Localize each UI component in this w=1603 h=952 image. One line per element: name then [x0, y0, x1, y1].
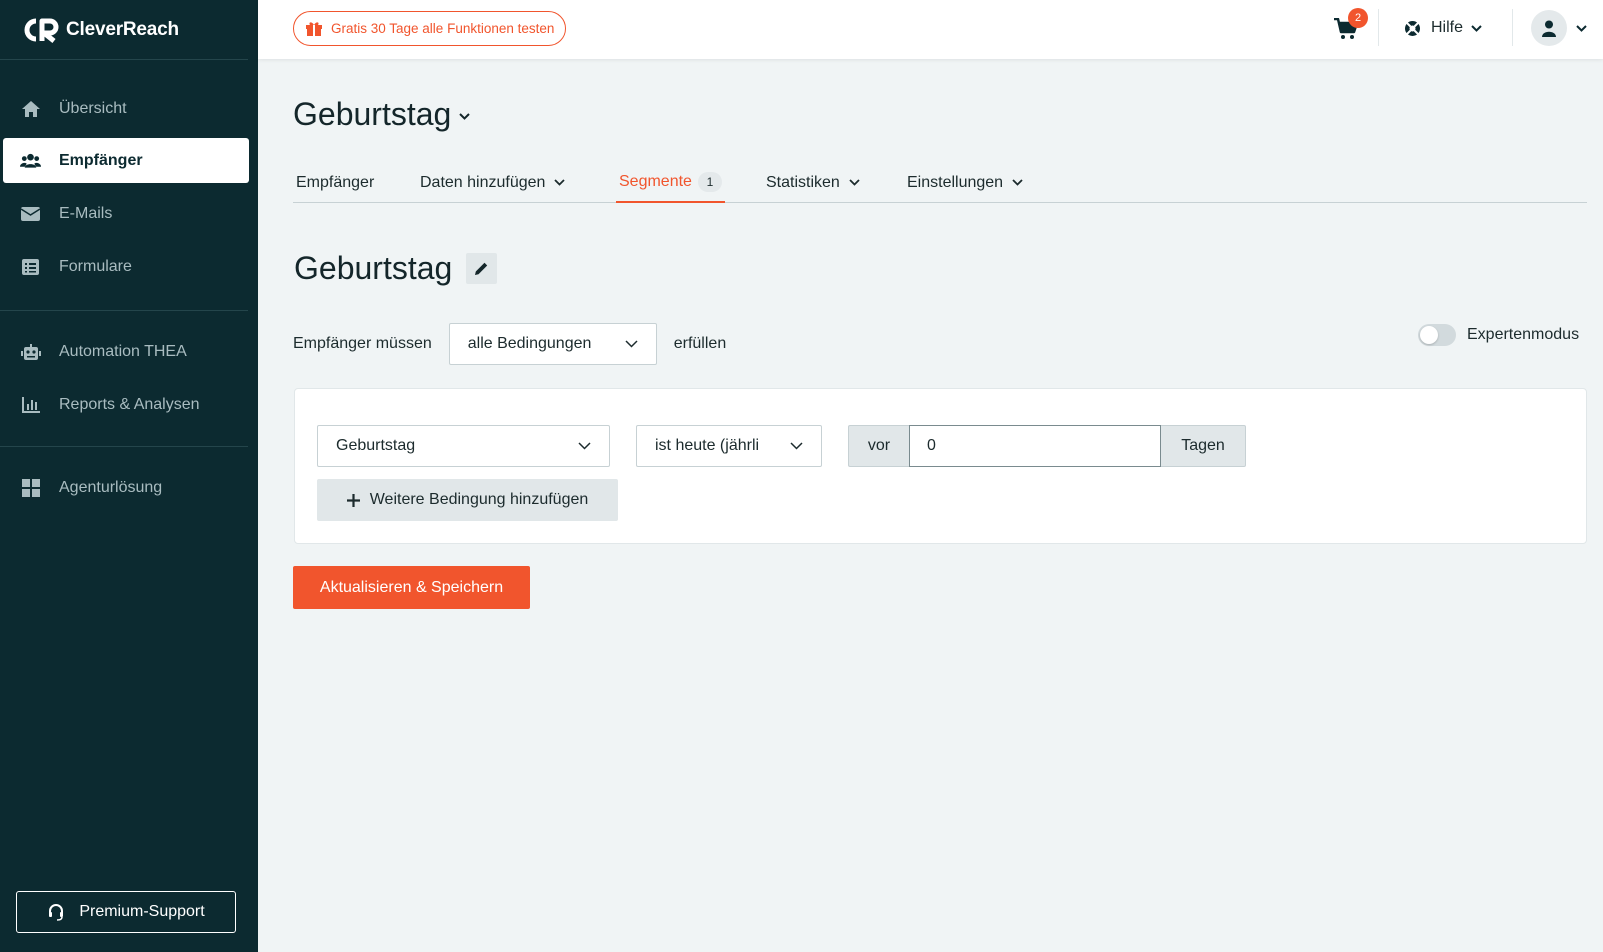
user-icon: [1542, 20, 1556, 37]
operator-select[interactable]: ist heute (jährli: [636, 425, 822, 467]
plus-icon: [346, 493, 360, 507]
condition-mode-select[interactable]: alle Bedingungen: [448, 323, 657, 365]
help-label: Hilfe: [1431, 19, 1464, 36]
sidebar-item-label: Empfänger: [59, 151, 143, 169]
divider: [1512, 9, 1513, 46]
sidebar-item-automation-thea[interactable]: Automation THEA: [3, 329, 249, 374]
robot-icon: [20, 341, 41, 362]
envelope-icon: [20, 203, 41, 224]
form-icon: [20, 256, 41, 277]
help-menu[interactable]: Hilfe: [1404, 14, 1482, 42]
brand-name: CleverReach: [66, 19, 179, 40]
tab-bar: Empfänger Daten hinzufügen Segmente 1 St…: [293, 162, 1587, 203]
chevron-down-icon: [1471, 24, 1482, 32]
divider: [0, 59, 248, 60]
user-menu[interactable]: [1531, 10, 1587, 46]
cart-button[interactable]: 2: [1334, 8, 1368, 44]
tab-empfaenger[interactable]: Empfänger: [293, 162, 377, 203]
divider: [0, 310, 248, 311]
chevron-down-icon: [554, 179, 566, 186]
chevron-down-icon: [849, 179, 860, 186]
sidebar-item-label: Formulare: [59, 257, 132, 275]
save-button[interactable]: Aktualisieren & Speichern: [293, 566, 530, 609]
segment-count-badge: 1: [697, 171, 722, 192]
avatar: [1531, 10, 1567, 46]
condition-prefix: Empfänger müssen: [293, 335, 432, 352]
lifebuoy-icon: [1404, 20, 1421, 37]
days-input[interactable]: [909, 425, 1161, 467]
sidebar-item-label: Automation THEA: [59, 342, 187, 360]
operator-select-value: ist heute (jährli: [655, 437, 760, 454]
top-bar: Gratis 30 Tage alle Funktionen testen 2 …: [258, 0, 1603, 59]
sidebar-item-reports[interactable]: Reports & Analysen: [3, 382, 249, 427]
tab-label: Segmente: [619, 172, 692, 190]
add-condition-button[interactable]: Weitere Bedingung hinzufügen: [317, 479, 618, 521]
segment-title: Geburtstag: [294, 250, 498, 287]
expert-mode-toggle[interactable]: Expertenmodus: [1418, 324, 1579, 346]
sidebar-item-label: Übersicht: [59, 99, 127, 117]
days-suffix: Tagen: [1161, 425, 1246, 467]
days-input-group: vor Tagen: [848, 425, 1246, 467]
cleverreach-logo-icon: [24, 18, 59, 43]
chevron-down-icon: [625, 340, 638, 348]
toggle-switch[interactable]: [1418, 324, 1456, 346]
trial-label: Gratis 30 Tage alle Funktionen testen: [331, 21, 555, 36]
rule-card: Geburtstag ist heute (jährli vor Tagen W…: [294, 388, 1587, 544]
sidebar-item-agenturloesung[interactable]: Agenturlösung: [3, 465, 249, 510]
page-title-text: Geburtstag: [293, 96, 452, 132]
tab-statistiken[interactable]: Statistiken: [763, 162, 863, 203]
expert-mode-label: Expertenmodus: [1467, 326, 1580, 343]
chevron-down-icon: [1012, 179, 1023, 186]
chevron-down-icon: [790, 442, 803, 450]
tab-einstellungen[interactable]: Einstellungen: [904, 162, 1026, 203]
pencil-icon: [475, 262, 488, 275]
sidebar-item-label: Agenturlösung: [59, 478, 163, 496]
tab-label: Daten hinzufügen: [420, 173, 546, 191]
tab-segmente[interactable]: Segmente 1: [616, 162, 725, 203]
premium-support-button[interactable]: Premium-Support: [16, 891, 236, 933]
condition-mode-value: alle Bedingungen: [467, 335, 592, 352]
headset-icon: [47, 903, 65, 921]
cart-count-badge: 2: [1348, 8, 1368, 28]
divider: [1378, 9, 1379, 46]
sidebar: CleverReach Übersicht Empfänger E-Mails …: [0, 0, 258, 952]
condition-mode-row: Empfänger müssen alle Bedingungen erfüll…: [293, 323, 726, 365]
sidebar-item-emails[interactable]: E-Mails: [3, 191, 249, 236]
days-prefix: vor: [848, 425, 909, 467]
users-icon: [20, 150, 41, 171]
tab-label: Einstellungen: [907, 173, 1004, 191]
segment-title-text: Geburtstag: [294, 250, 453, 286]
divider: [0, 446, 248, 447]
field-select[interactable]: Geburtstag: [317, 425, 610, 467]
field-select-value: Geburtstag: [336, 437, 416, 454]
logo[interactable]: CleverReach: [22, 14, 179, 46]
sidebar-item-label: E-Mails: [59, 204, 113, 222]
sidebar-item-label: Reports & Analysen: [59, 395, 200, 413]
chevron-down-icon: [578, 442, 591, 450]
condition-suffix: erfüllen: [673, 335, 727, 352]
gift-icon: [306, 21, 322, 36]
sidebar-item-uebersicht[interactable]: Übersicht: [3, 86, 249, 131]
grid-icon: [20, 477, 41, 498]
chart-icon: [20, 394, 41, 415]
tab-label: Statistiken: [766, 173, 840, 191]
sidebar-item-formulare[interactable]: Formulare: [3, 244, 249, 289]
chevron-down-icon: [459, 113, 471, 120]
add-condition-label: Weitere Bedingung hinzufügen: [369, 491, 589, 508]
tab-label: Empfänger: [296, 173, 375, 191]
home-icon: [20, 98, 41, 119]
sidebar-item-empfaenger[interactable]: Empfänger: [3, 138, 249, 183]
edit-title-button[interactable]: [466, 253, 498, 284]
chevron-down-icon: [1576, 24, 1587, 32]
page-title[interactable]: Geburtstag: [293, 96, 471, 133]
tab-daten-hinzufuegen[interactable]: Daten hinzufügen: [417, 162, 568, 203]
trial-button[interactable]: Gratis 30 Tage alle Funktionen testen: [293, 11, 567, 46]
premium-support-label: Premium-Support: [79, 903, 205, 920]
